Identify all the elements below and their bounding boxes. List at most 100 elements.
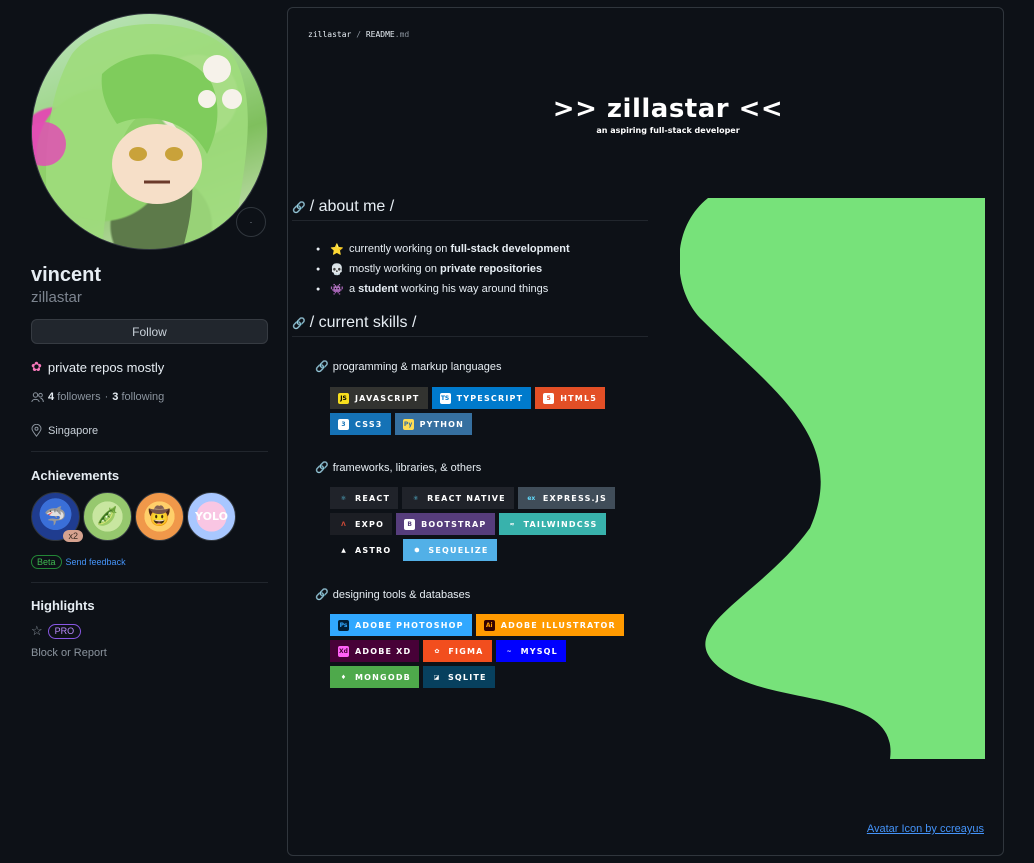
bootstrap-badge[interactable]: B BOOTSTRAP <box>396 513 495 535</box>
pro-badge[interactable]: PRO <box>47 623 82 639</box>
item-post: working his way around things <box>397 283 549 295</box>
avatar-credit-link[interactable]: Avatar Icon by ccreayus <box>867 823 984 835</box>
group-title: programming & markup languages <box>332 360 502 373</box>
send-feedback-link[interactable]: Send feedback <box>66 557 126 567</box>
achievement-quickdraw[interactable]: 🤠 <box>135 492 184 541</box>
followers-label: followers <box>57 391 101 403</box>
cowboy-icon: 🤠 <box>148 506 171 526</box>
html5-badge[interactable]: 5 HTML5 <box>535 387 606 409</box>
expo-badge[interactable]: Λ EXPO <box>330 513 393 535</box>
list-item-text: a student working his way around things <box>349 283 548 295</box>
skills-heading-text: / current skills / <box>309 314 417 331</box>
sidebar-divider <box>31 582 268 583</box>
python-icon: Py <box>402 418 414 430</box>
express-js-icon: ex <box>527 494 536 502</box>
readme-breadcrumb: zillastar / README.md <box>308 30 409 39</box>
figma-icon: ✿ <box>434 647 440 655</box>
figma-badge[interactable]: ✿ FIGMA <box>423 640 492 662</box>
express-js-badge[interactable]: ex EXPRESS.JS <box>517 487 615 509</box>
adobe-photoshop-badge[interactable]: Ps ADOBE PHOTOSHOP <box>330 614 472 636</box>
following-count: 3 <box>112 391 119 403</box>
beta-row: Beta Send feedback <box>31 555 126 569</box>
status-emoji: · <box>249 217 253 227</box>
bootstrap-icon: B <box>404 518 416 530</box>
anchor-link-icon[interactable]: 🔗 <box>315 461 329 474</box>
anchor-link-icon[interactable]: 🔗 <box>315 360 329 373</box>
about-heading: 🔗 / about me / <box>292 198 648 221</box>
badge-label: TYPESCRIPT <box>456 393 524 403</box>
bullet-icon: ● <box>316 245 321 253</box>
expo-icon: Λ <box>341 520 346 528</box>
shark-icon: 🦈 <box>44 506 67 526</box>
badge-label: BOOTSTRAP <box>421 519 487 529</box>
item-pre: mostly working on <box>348 263 441 275</box>
location: Singapore <box>31 424 98 437</box>
follow-button[interactable]: Follow <box>31 319 268 344</box>
username: zillastar <box>31 289 82 306</box>
block-or-report-link[interactable]: Block or Report <box>31 647 107 659</box>
item-bold: student <box>358 283 398 295</box>
highlights-title: Highlights <box>31 598 95 613</box>
cherry-blossom-icon: ✿ <box>31 359 42 374</box>
javascript-icon: JS <box>338 392 349 404</box>
react-icon: ⚛ <box>340 494 347 502</box>
readme-filename: README <box>365 30 395 39</box>
badge-label: EXPRESS.JS <box>542 493 607 503</box>
css3-badge[interactable]: 3 CSS3 <box>330 413 391 435</box>
sqlite-badge[interactable]: ◪ SQLITE <box>422 666 495 688</box>
astro-badge[interactable]: ▲ ASTRO <box>330 539 400 561</box>
people-icon <box>31 391 44 402</box>
achievement-pull-shark[interactable]: 🦈 x2 <box>31 492 83 542</box>
badge-label: FIGMA <box>448 646 484 656</box>
badge-row: Ps ADOBE PHOTOSHOP Ai ADOBE ILLUSTRATOR <box>330 614 624 636</box>
skull-emoji-icon: 💀 <box>330 263 344 276</box>
yolo-icon: YOLO <box>195 510 228 523</box>
sidebar-divider <box>31 451 268 452</box>
badge-label: SQLITE <box>447 672 487 682</box>
group-title: designing tools & databases <box>332 588 471 601</box>
typescript-badge[interactable]: TS TYPESCRIPT <box>431 387 532 409</box>
badge-group-languages: JS JAVASCRIPT TS TYPESCRIPT 5 HTML5 3 CSS3 Py PYT… <box>330 387 606 435</box>
badge-label: ASTRO <box>355 545 392 555</box>
sequelize-badge[interactable]: ⬢ SEQUELIZE <box>403 539 497 561</box>
react-native-badge[interactable]: ⚛ REACT NATIVE <box>402 487 514 509</box>
badge-label: ADOBE XD <box>355 646 412 656</box>
css3-icon: 3 <box>338 418 349 430</box>
group-heading: 🔗 frameworks, libraries, & others <box>315 461 482 475</box>
mysql-badge[interactable]: ~ MYSQL <box>495 640 566 662</box>
decorative-wave-image <box>680 198 985 759</box>
following-link[interactable]: 3 following <box>112 391 164 403</box>
list-item-text: mostly working on private repositories <box>349 263 542 275</box>
avatar[interactable] <box>31 13 268 250</box>
badge-row: Xd ADOBE XD ✿ FIGMA ~ MYSQL <box>330 640 624 662</box>
adobe-illustrator-badge[interactable]: Ai ADOBE ILLUSTRATOR <box>475 614 624 636</box>
followers-link[interactable]: 4 followers <box>48 391 101 403</box>
adobe-xd-icon: Xd <box>338 645 349 657</box>
badge-label: REACT NATIVE <box>427 493 506 503</box>
status-badge[interactable]: · <box>236 207 266 237</box>
avatar-illustration <box>32 24 248 249</box>
achievement-yolo[interactable]: YOLO <box>187 492 236 541</box>
html5-icon: 5 <box>543 392 555 404</box>
sqlite-icon: ◪ <box>433 673 440 681</box>
react-badge[interactable]: ⚛ REACT <box>330 487 399 509</box>
achievement-pair-extraordinaire[interactable]: 🫛 <box>83 492 132 541</box>
star-emoji-icon: ⭐ <box>330 243 344 256</box>
sequelize-icon: ⬢ <box>414 546 420 554</box>
logo-subtitle: an aspiring full-stack developer <box>596 126 740 135</box>
anchor-link-icon[interactable]: 🔗 <box>292 201 306 214</box>
tailwindcss-badge[interactable]: ≈ TAILWINDCSS <box>498 513 606 535</box>
javascript-badge[interactable]: JS JAVASCRIPT <box>330 387 428 409</box>
python-badge[interactable]: Py PYTHON <box>394 413 473 435</box>
group-title: frameworks, libraries, & others <box>332 461 482 474</box>
anchor-link-icon[interactable]: 🔗 <box>315 588 329 601</box>
highlights-row: ☆ PRO <box>31 623 82 639</box>
item-pre: a <box>348 283 359 295</box>
anchor-link-icon[interactable]: 🔗 <box>292 317 306 330</box>
mongodb-badge[interactable]: ♦ MONGODB <box>330 666 419 688</box>
adobe-xd-badge[interactable]: Xd ADOBE XD <box>330 640 420 662</box>
repo-owner-link[interactable]: zillastar <box>308 30 351 39</box>
mysql-icon: ~ <box>506 647 512 655</box>
adobe-illustrator-icon: Ai <box>483 619 495 631</box>
display-name: vincent <box>31 264 102 286</box>
